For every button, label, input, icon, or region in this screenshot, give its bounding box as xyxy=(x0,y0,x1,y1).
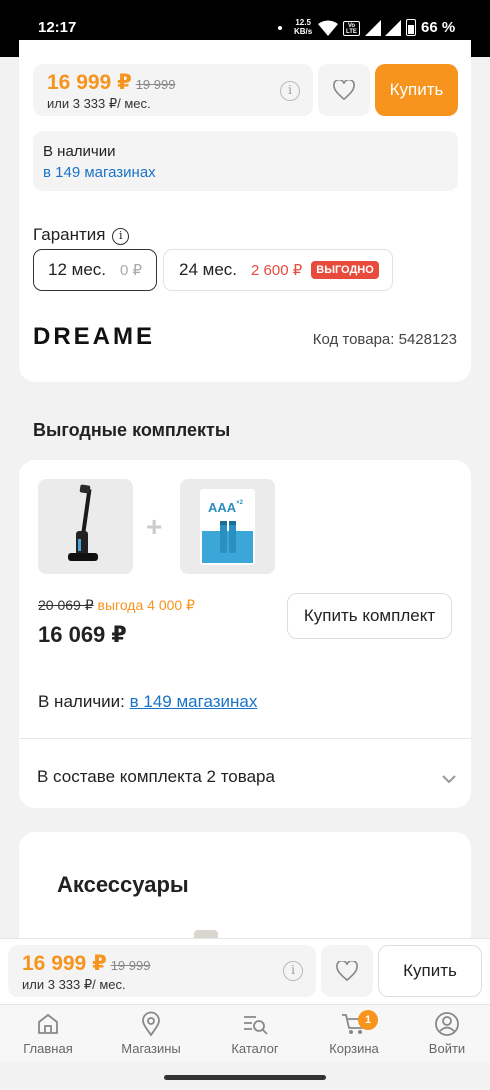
wifi-icon xyxy=(318,20,338,36)
cart-count-badge: 1 xyxy=(358,1010,378,1030)
sticky-old-price: 19 999 xyxy=(110,958,151,973)
battery-pack-label: AAA×2 xyxy=(208,500,244,515)
profit-badge: ВЫГОДНО xyxy=(311,261,379,279)
bundles-title: Выгодные комплекты xyxy=(33,420,231,440)
warranty-title: Гарантия i xyxy=(33,225,130,245)
nav-item-login[interactable]: Войти xyxy=(407,1011,487,1056)
user-icon xyxy=(435,1012,459,1036)
chevron-down-icon xyxy=(442,775,456,784)
sticky-price-panel: 16 999 ₽19 999 или 3 333 ₽/ мес. i xyxy=(8,945,316,997)
buy-bundle-button[interactable]: Купить комплект xyxy=(287,593,452,639)
sticky-favorite-button[interactable] xyxy=(321,945,373,997)
heart-icon xyxy=(336,961,358,981)
home-gesture-handle[interactable] xyxy=(164,1075,326,1080)
bundle-contents-toggle[interactable]: В составе комплекта 2 товара xyxy=(19,739,471,808)
system-nav-bar xyxy=(0,1062,490,1090)
bundle-price: 16 069 ₽ xyxy=(38,622,127,647)
stores-link[interactable]: в 149 магазинах xyxy=(43,164,156,181)
plus-sign: + xyxy=(146,511,163,542)
info-icon[interactable]: i xyxy=(280,81,300,101)
nav-item-catalog[interactable]: Каталог xyxy=(215,1011,295,1056)
catalog-search-icon xyxy=(244,1016,268,1035)
sku-label: Код товара: 5428123 xyxy=(312,331,457,348)
sticky-buy-button[interactable]: Купить xyxy=(378,945,482,997)
bundle-price-row: 20 069 ₽ выгода 4 000 ₽ xyxy=(38,597,195,614)
warranty-option-12[interactable]: 12 мес. 0 ₽ xyxy=(33,249,157,291)
info-icon[interactable]: i xyxy=(283,961,303,981)
map-pin-icon xyxy=(142,1011,160,1037)
batteries-image xyxy=(200,489,255,565)
accessories-title: Аксессуары xyxy=(57,872,189,897)
notification-dot xyxy=(278,26,282,30)
battery-percent: 66 % xyxy=(421,19,456,36)
warranty-option-24[interactable]: 24 мес. 2 600 ₽ ВЫГОДНО xyxy=(163,249,393,291)
favorite-button[interactable] xyxy=(318,64,370,116)
batteries-thumbnail[interactable]: AAA×2 xyxy=(180,479,275,574)
network-speed: 12.5 KB/s xyxy=(294,18,313,36)
buy-button[interactable]: Купить xyxy=(375,64,458,116)
home-icon xyxy=(38,1014,58,1034)
nav-item-cart[interactable]: Корзина 1 xyxy=(314,1010,394,1056)
price: 16 999 ₽ xyxy=(47,71,132,94)
sticky-buy-panel: 16 999 ₽19 999 или 3 333 ₽/ мес. i Купит… xyxy=(0,938,490,1004)
nav-item-home[interactable]: Главная xyxy=(8,1011,88,1056)
bundle-old-price: 20 069 ₽ xyxy=(38,597,94,613)
old-price: 19 999 xyxy=(135,77,176,92)
signal-icon-2 xyxy=(385,20,401,36)
brand-logo: DREAME xyxy=(33,323,156,350)
vacuum-image xyxy=(68,484,98,561)
bottom-nav: Главная Магазины Каталог Корзина 1 Войти xyxy=(0,1004,490,1062)
availability-box: В наличии в 149 магазинах xyxy=(33,131,458,191)
sticky-price: 16 999 ₽ xyxy=(22,952,107,975)
nav-item-stores[interactable]: Магазины xyxy=(111,1011,191,1056)
availability-status: В наличии xyxy=(43,143,116,160)
price-panel: 16 999 ₽19 999 или 3 333 ₽/ мес. i xyxy=(33,64,313,116)
vacuum-thumbnail[interactable] xyxy=(38,479,133,574)
heart-icon xyxy=(333,80,355,100)
bundle-savings: выгода 4 000 ₽ xyxy=(97,597,195,613)
installment-text: или 3 333 ₽/ мес. xyxy=(47,96,151,111)
signal-icon xyxy=(365,20,381,36)
info-icon[interactable]: i xyxy=(112,228,130,245)
status-time: 12:17 xyxy=(38,19,77,36)
battery-icon xyxy=(406,19,416,36)
bundle-stores-link[interactable]: в 149 магазинах xyxy=(130,692,258,711)
volte-icon: Vo LTE xyxy=(343,21,360,36)
bundle-availability: В наличии: в 149 магазинах xyxy=(38,692,258,711)
bundle-contents-label: В составе комплекта 2 товара xyxy=(37,767,275,786)
sticky-installment: или 3 333 ₽/ мес. xyxy=(22,977,126,992)
